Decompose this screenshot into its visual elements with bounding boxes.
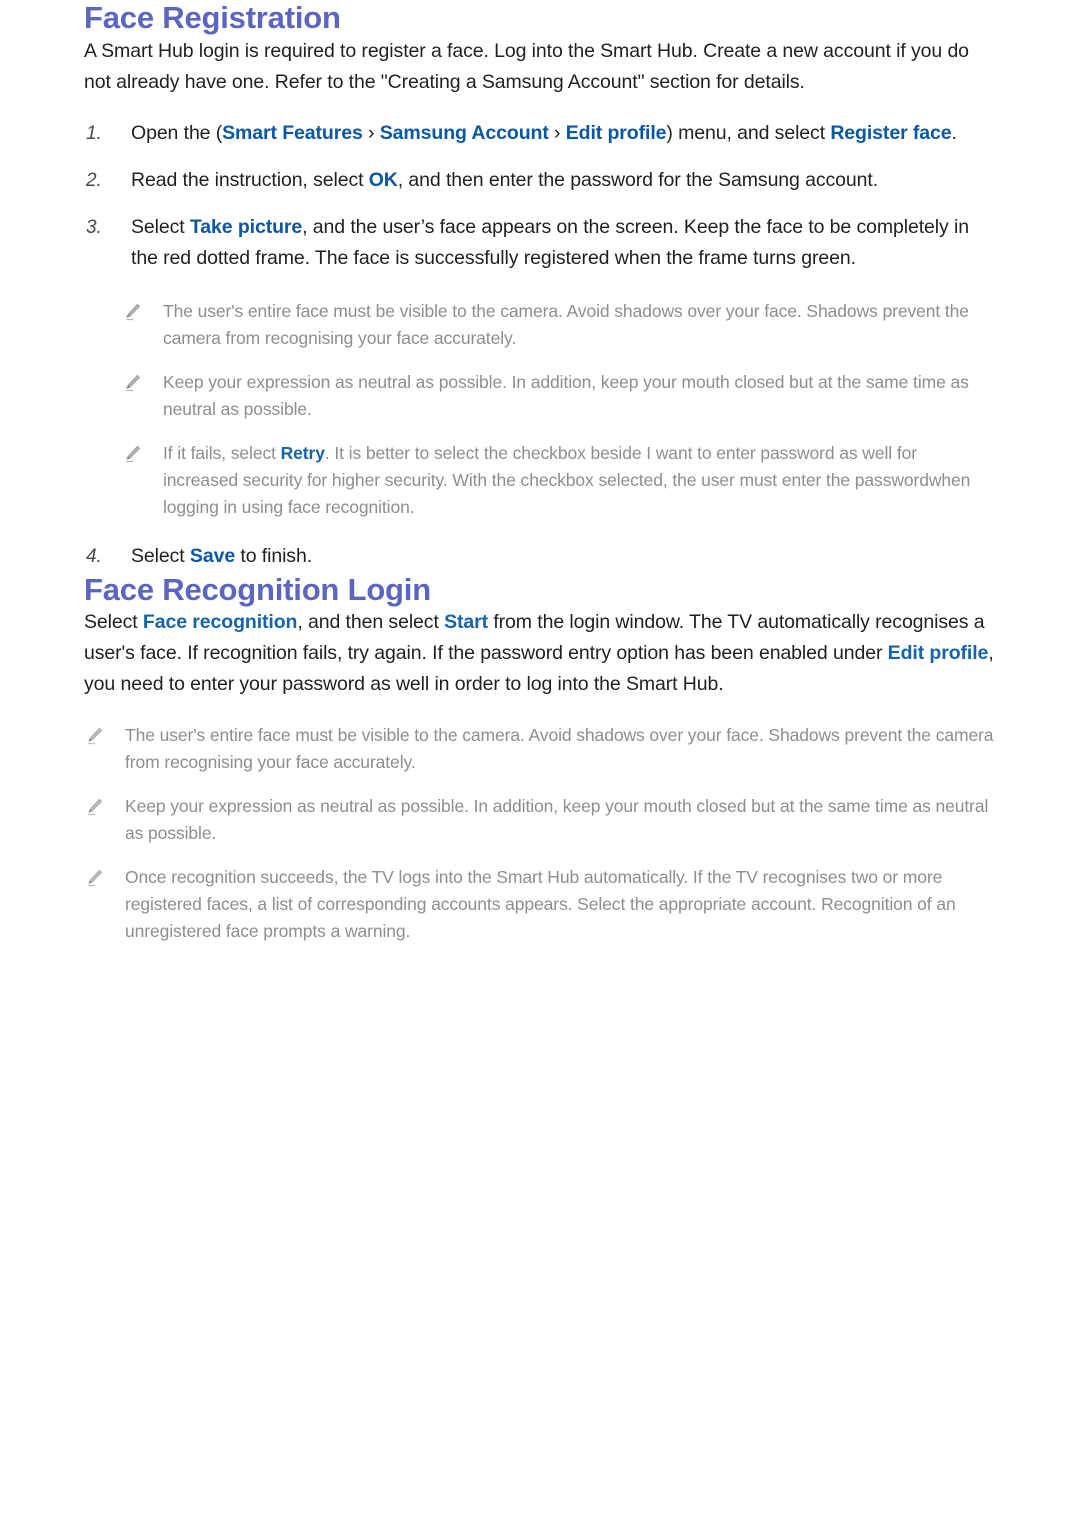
pencil-icon (88, 799, 103, 816)
step-separator-1: › (362, 121, 380, 144)
step-separator-2: › (548, 121, 566, 144)
intro-paragraph: A Smart Hub login is required to registe… (84, 36, 996, 98)
login-paragraph: Select Face recognition, and then select… (84, 607, 996, 700)
step-text-1-post: . (951, 121, 957, 144)
note-text: Keep your expression as neutral as possi… (163, 371, 969, 419)
keyword-face-recognition[interactable]: Face recognition (143, 611, 298, 633)
intro-line-1: A Smart Hub login is required to registe… (84, 39, 943, 62)
step-number-2: 2. (86, 169, 102, 191)
pencil-icon (126, 303, 141, 320)
step-text-4-pre: Select (131, 544, 190, 567)
note-item: Once recognition succeeds, the TV logs i… (84, 864, 996, 945)
step-text-3-pre: Select (131, 215, 190, 238)
keyword-register-face[interactable]: Register face (830, 122, 951, 144)
pencil-icon (126, 374, 141, 391)
keyword-edit-profile[interactable]: Edit profile (566, 122, 667, 144)
step-number-3: 3. (86, 216, 102, 238)
keyword-samsung-account[interactable]: Samsung Account (380, 122, 549, 144)
registration-steps-list: 1. Open the (Smart Features › Samsung Ac… (84, 118, 996, 274)
document-page: Face Registration A Smart Hub login is r… (0, 0, 1080, 1527)
note-text: The user's entire face must be visible t… (163, 300, 969, 348)
keyword-start[interactable]: Start (444, 611, 488, 633)
keyword-edit-profile-login[interactable]: Edit profile (888, 642, 989, 664)
keyword-retry[interactable]: Retry (281, 443, 325, 463)
note-item: Keep your expression as neutral as possi… (84, 793, 996, 847)
step-number-4: 4. (86, 545, 102, 567)
keyword-ok[interactable]: OK (369, 169, 398, 191)
login-notes-list: The user's entire face must be visible t… (84, 722, 996, 945)
step-text-4-post: to finish. (235, 544, 313, 567)
step-text-1-pre: Open the ( (131, 121, 223, 144)
note-item: The user's entire face must be visible t… (84, 722, 996, 776)
step-number-1: 1. (86, 122, 102, 144)
step-item-2: 2. Read the instruction, select OK, and … (84, 165, 996, 196)
note-item: The user's entire face must be visible t… (122, 298, 996, 352)
step-text-1-mid: ) menu, and select (666, 121, 831, 144)
page-title-face-registration: Face Registration (84, 0, 341, 35)
note-item: Keep your expression as neutral as possi… (122, 369, 996, 423)
note-text: The user's entire face must be visible t… (125, 725, 994, 773)
login-text-mid-1: , and then select (297, 611, 445, 634)
keyword-take-picture[interactable]: Take picture (190, 216, 302, 238)
page-title-face-recognition-login: Face Recognition Login (84, 571, 431, 607)
pencil-icon (126, 445, 141, 462)
note-text-pre: If it fails, select (163, 442, 281, 463)
keyword-save[interactable]: Save (190, 545, 235, 567)
note-text: Once recognition succeeds, the TV logs i… (125, 867, 956, 942)
step-item-3: 3. Select Take picture, and the user’s f… (84, 212, 996, 274)
pencil-icon (88, 870, 103, 887)
pencil-icon (88, 728, 103, 745)
note-text: Keep your expression as neutral as possi… (125, 796, 989, 844)
keyword-smart-features[interactable]: Smart Features (222, 122, 363, 144)
step-item-4: 4. Select Save to finish. (84, 541, 996, 572)
step-text-2-pre: Read the instruction, select (131, 168, 369, 191)
step-item-1: 1. Open the (Smart Features › Samsung Ac… (84, 118, 996, 149)
login-text-pre: Select (84, 611, 143, 634)
step-text-2-post: , and then enter the password for the Sa… (397, 168, 879, 191)
registration-steps-list-final: 4. Select Save to finish. (84, 541, 996, 572)
registration-notes-list: The user's entire face must be visible t… (122, 298, 996, 521)
note-item: If it fails, select Retry. It is better … (122, 440, 996, 521)
